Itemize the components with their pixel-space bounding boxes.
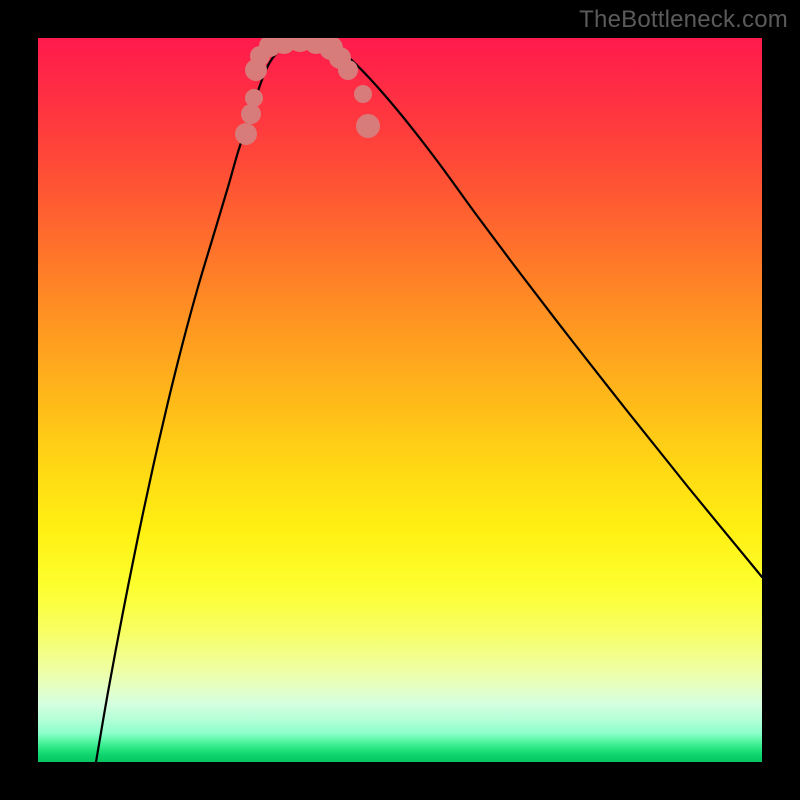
bottleneck-curve bbox=[96, 40, 762, 762]
marker-dot bbox=[241, 104, 261, 124]
curve-layer bbox=[38, 38, 762, 762]
marker-dot bbox=[338, 60, 358, 80]
watermark-text: TheBottleneck.com bbox=[579, 6, 788, 34]
highlight-dots bbox=[235, 38, 380, 145]
marker-dot bbox=[356, 114, 380, 138]
marker-dot bbox=[245, 89, 263, 107]
marker-dot bbox=[235, 123, 257, 145]
marker-dot bbox=[354, 85, 372, 103]
chart-frame: TheBottleneck.com bbox=[0, 0, 800, 800]
plot-area bbox=[38, 38, 762, 762]
